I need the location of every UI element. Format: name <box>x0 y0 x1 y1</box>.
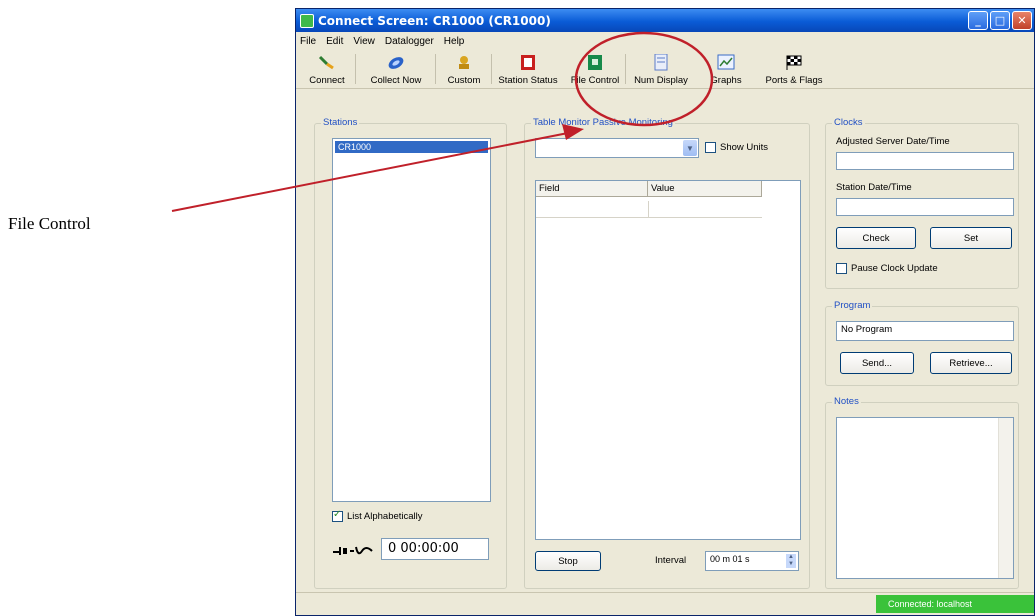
maximize-button[interactable]: □ <box>990 11 1010 30</box>
monitor-grid-header: Field Value <box>536 181 762 197</box>
station-status-icon <box>521 55 535 70</box>
connect-button[interactable]: Connect <box>298 50 356 88</box>
collect-now-button[interactable]: Collect Now <box>356 50 436 88</box>
retrieve-button[interactable]: Retrieve... <box>930 352 1012 374</box>
annotation-label: File Control <box>8 214 91 233</box>
clocks-group: Clocks Adjusted Server Date/Time Station… <box>825 117 1019 289</box>
custom-icon <box>459 56 469 69</box>
pause-clock-label: Pause Clock Update <box>851 263 938 274</box>
status-bar: Connected: localhost <box>296 592 1034 615</box>
show-units-checkbox[interactable] <box>705 142 716 153</box>
custom-button[interactable]: Custom <box>436 50 492 88</box>
connection-status: Connected: localhost <box>876 595 1034 613</box>
connect-screen-window: Connect Screen: CR1000 (CR1000) _ □ ✕ Fi… <box>295 8 1035 616</box>
num-display-icon <box>654 54 668 71</box>
column-field[interactable]: Field <box>536 181 648 197</box>
menu-file[interactable]: File <box>300 36 316 47</box>
station-status-label: Station Status <box>498 75 558 86</box>
title-bar: Connect Screen: CR1000 (CR1000) _ □ ✕ <box>296 9 1034 32</box>
notes-textarea[interactable] <box>836 417 1014 579</box>
interval-label: Interval <box>655 555 687 566</box>
connection-timer: 0 00:00:00 <box>381 538 489 560</box>
file-control-label: File Control <box>570 75 620 86</box>
close-button[interactable]: ✕ <box>1012 11 1032 30</box>
menu-bar: File Edit View Datalogger Help <box>296 32 1034 50</box>
monitor-grid-row[interactable] <box>536 201 762 218</box>
file-control-icon <box>588 55 602 70</box>
toolbar: Connect Collect Now Custom Station Statu… <box>296 50 1034 89</box>
collect-now-icon <box>388 57 404 69</box>
show-units-label: Show Units <box>720 142 769 153</box>
notes-group-title: Notes <box>832 396 861 407</box>
graphs-label: Graphs <box>710 75 742 86</box>
program-group-title: Program <box>832 300 873 311</box>
program-name-field: No Program <box>836 321 1014 341</box>
check-button[interactable]: Check <box>836 227 916 249</box>
menu-view[interactable]: View <box>353 36 375 47</box>
program-group: Program No Program Send... Retrieve... <box>825 300 1019 386</box>
station-time-label: Station Date/Time <box>836 182 912 193</box>
window-title: Connect Screen: CR1000 (CR1000) <box>318 13 551 28</box>
table-monitor-group: Table Monitor Passive Monitoring ▼ Show … <box>524 117 810 589</box>
list-alphabetically-row[interactable]: List Alphabetically <box>332 509 423 522</box>
ports-flags-icon <box>786 55 802 70</box>
stations-group: Stations CR1000 List Alphabetically 0 00… <box>314 117 507 589</box>
set-button[interactable]: Set <box>930 227 1012 249</box>
menu-datalogger[interactable]: Datalogger <box>385 36 434 47</box>
notes-group: Notes <box>825 396 1019 589</box>
minimize-button[interactable]: _ <box>968 11 988 30</box>
connect-label: Connect <box>309 75 345 86</box>
custom-label: Custom <box>447 75 481 86</box>
station-item-cr1000[interactable]: CR1000 <box>335 141 488 153</box>
send-button[interactable]: Send... <box>840 352 914 374</box>
clocks-group-title: Clocks <box>832 117 865 128</box>
ports-flags-label: Ports & Flags <box>765 75 823 86</box>
stations-group-title: Stations <box>321 117 360 128</box>
menu-edit[interactable]: Edit <box>326 36 343 47</box>
notes-scrollbar[interactable] <box>998 418 1013 578</box>
pause-clock-row[interactable]: Pause Clock Update <box>836 263 938 274</box>
station-status-button[interactable]: Station Status <box>492 50 564 88</box>
graphs-button[interactable]: Graphs <box>696 50 756 88</box>
pause-clock-checkbox[interactable] <box>836 263 847 274</box>
interval-value: 00 m 01 s <box>710 554 750 564</box>
num-display-button[interactable]: Num Display <box>626 50 696 88</box>
chevron-down-icon[interactable]: ▼ <box>683 140 697 156</box>
interval-spinner[interactable]: ▲ ▼ <box>786 554 796 568</box>
menu-help[interactable]: Help <box>444 36 465 47</box>
stop-button[interactable]: Stop <box>535 551 601 571</box>
show-units-row[interactable]: Show Units <box>705 142 768 153</box>
list-alphabetically-label: List Alphabetically <box>347 511 423 522</box>
interval-field[interactable]: 00 m 01 s ▲ ▼ <box>705 551 799 571</box>
connection-plug-icon <box>333 546 373 555</box>
list-alphabetically-checkbox[interactable] <box>332 509 343 522</box>
app-icon <box>300 13 314 28</box>
column-value[interactable]: Value <box>648 181 762 197</box>
file-control-button[interactable]: File Control <box>564 50 626 88</box>
station-time-field <box>836 198 1014 216</box>
adjusted-server-time-label: Adjusted Server Date/Time <box>836 136 950 147</box>
graphs-icon <box>717 54 735 70</box>
table-select[interactable]: ▼ <box>535 138 699 158</box>
table-monitor-group-title: Table Monitor Passive Monitoring <box>531 117 675 128</box>
stations-list[interactable]: CR1000 <box>332 138 491 502</box>
monitor-grid[interactable]: Field Value <box>535 180 801 540</box>
connect-icon <box>318 55 334 70</box>
ports-flags-button[interactable]: Ports & Flags <box>756 50 832 88</box>
adjusted-server-time-field <box>836 152 1014 170</box>
num-display-label: Num Display <box>634 75 688 86</box>
collect-now-label: Collect Now <box>370 75 422 86</box>
